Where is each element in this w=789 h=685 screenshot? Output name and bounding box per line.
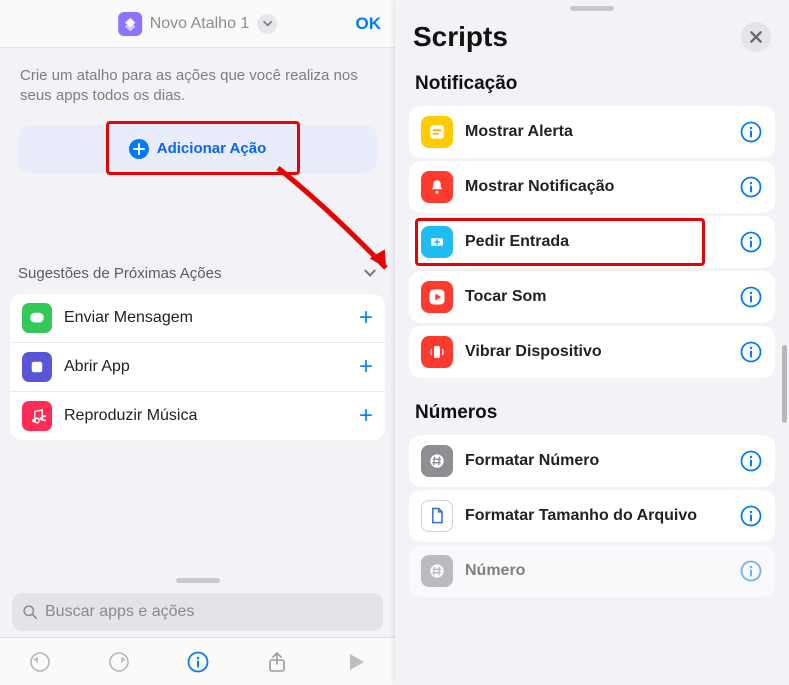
- hash-icon: [421, 555, 453, 587]
- chevron-down-icon[interactable]: [257, 14, 277, 34]
- info-button[interactable]: [186, 650, 210, 674]
- suggestion-row[interactable]: Reproduzir Música +: [10, 392, 385, 440]
- bottom-toolbar: [0, 637, 395, 685]
- action-row[interactable]: Formatar Número: [409, 435, 775, 487]
- close-icon: [749, 30, 763, 44]
- add-suggestion-button[interactable]: +: [359, 304, 373, 332]
- redo-button[interactable]: [107, 650, 131, 674]
- action-row[interactable]: Vibrar Dispositivo: [409, 326, 775, 378]
- info-icon[interactable]: [739, 504, 763, 528]
- bell-icon: [421, 171, 453, 203]
- play-button[interactable]: [344, 650, 368, 674]
- action-row[interactable]: Tocar Som: [409, 271, 775, 323]
- search-placeholder: Buscar apps e ações: [45, 603, 194, 621]
- action-label: Mostrar Alerta: [465, 123, 727, 141]
- action-row[interactable]: Mostrar Notificação: [409, 161, 775, 213]
- suggestion-label: Abrir App: [64, 358, 347, 376]
- shortcut-title[interactable]: Novo Atalho 1: [150, 15, 250, 33]
- add-suggestion-button[interactable]: +: [359, 353, 373, 381]
- shortcuts-app-icon: [118, 12, 142, 36]
- info-icon[interactable]: [739, 120, 763, 144]
- info-icon[interactable]: [739, 449, 763, 473]
- action-label: Pedir Entrada: [465, 233, 727, 251]
- action-row[interactable]: Formatar Tamanho do Arquivo: [409, 490, 775, 542]
- action-label: Tocar Som: [465, 288, 727, 306]
- suggestion-label: Reproduzir Música: [64, 407, 347, 425]
- file-icon: [421, 500, 453, 532]
- info-icon[interactable]: [739, 285, 763, 309]
- action-row[interactable]: Número: [409, 545, 775, 597]
- undo-button[interactable]: [28, 650, 52, 674]
- editor-header: Novo Atalho 1 OK: [0, 0, 395, 48]
- ok-button[interactable]: OK: [356, 14, 382, 34]
- add-suggestion-button[interactable]: +: [359, 402, 373, 430]
- close-button[interactable]: [741, 22, 771, 52]
- play-icon: [421, 281, 453, 313]
- suggestions-title: Sugestões de Próximas Ações: [18, 265, 221, 282]
- app-icon: [22, 352, 52, 382]
- add-action-label: Adicionar Ação: [157, 140, 266, 157]
- alert-icon: [421, 116, 453, 148]
- action-row[interactable]: Pedir Entrada: [409, 216, 775, 268]
- vibrate-icon: [421, 336, 453, 368]
- section-title: Notificação: [395, 65, 789, 103]
- chevron-down-icon: [363, 266, 377, 280]
- action-label: Mostrar Notificação: [465, 178, 727, 196]
- hash-icon: [421, 445, 453, 477]
- panel-title: Scripts: [413, 21, 508, 53]
- suggestion-row[interactable]: Enviar Mensagem +: [10, 294, 385, 343]
- section-title: Números: [395, 394, 789, 432]
- action-label: Número: [465, 562, 727, 580]
- share-button[interactable]: [265, 650, 289, 674]
- message-icon: [22, 303, 52, 333]
- info-icon[interactable]: [739, 230, 763, 254]
- input-icon: [421, 226, 453, 258]
- shortcut-editor-pane: Novo Atalho 1 OK Crie um atalho para as …: [0, 0, 395, 685]
- search-icon: [22, 604, 39, 621]
- action-label: Formatar Número: [465, 452, 727, 470]
- add-action-button[interactable]: Adicionar Ação: [18, 125, 377, 173]
- search-input[interactable]: Buscar apps e ações: [12, 593, 383, 631]
- drag-handle[interactable]: [570, 6, 614, 11]
- music-icon: [22, 401, 52, 431]
- intro-text: Crie um atalho para as ações que você re…: [0, 48, 395, 117]
- suggestions-header[interactable]: Sugestões de Próximas Ações: [0, 259, 395, 288]
- action-label: Vibrar Dispositivo: [465, 343, 727, 361]
- action-picker-pane: Scripts Notificação Mostrar Alerta Mostrar…: [395, 0, 789, 685]
- action-label: Formatar Tamanho do Arquivo: [465, 507, 727, 525]
- info-icon[interactable]: [739, 340, 763, 364]
- action-row[interactable]: Mostrar Alerta: [409, 106, 775, 158]
- suggestion-row[interactable]: Abrir App +: [10, 343, 385, 392]
- scroll-indicator[interactable]: [782, 345, 787, 423]
- info-icon[interactable]: [739, 175, 763, 199]
- plus-circle-icon: [129, 139, 149, 159]
- suggestion-label: Enviar Mensagem: [64, 309, 347, 327]
- info-icon[interactable]: [739, 559, 763, 583]
